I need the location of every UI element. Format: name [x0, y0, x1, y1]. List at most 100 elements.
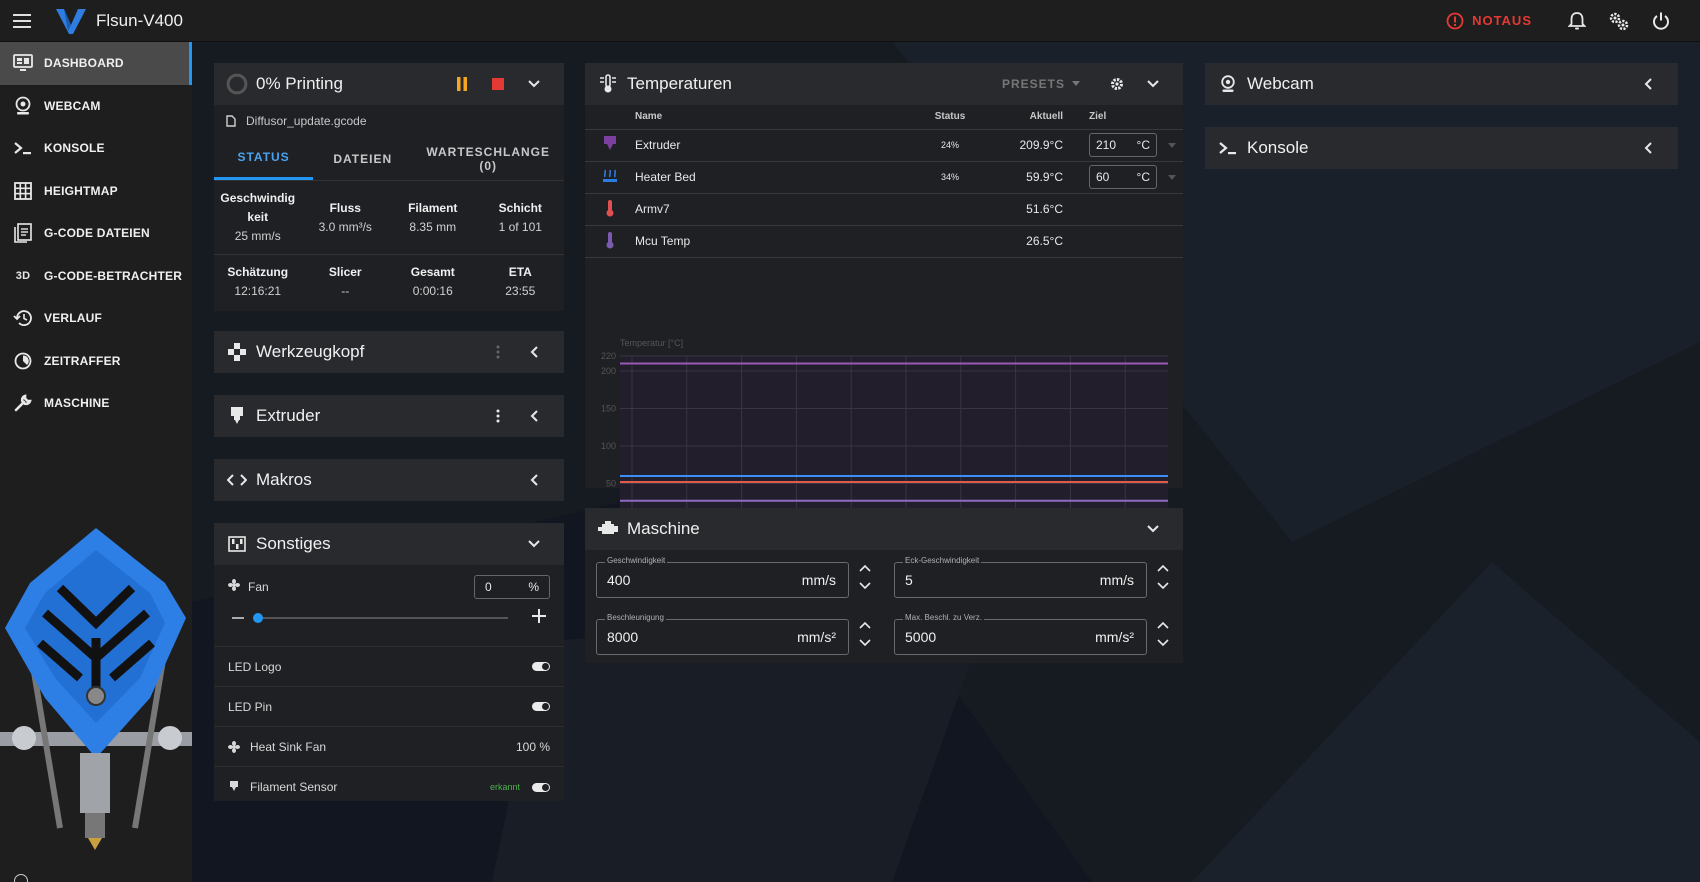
heater-bed-target-input[interactable]: 60 °C	[1089, 165, 1157, 189]
tab-dateien[interactable]: DATEIEN	[313, 137, 412, 180]
heat-sink-fan-row: Heat Sink Fan 100 %	[214, 727, 564, 767]
fan-slider-thumb[interactable]	[253, 613, 263, 623]
target-value: 60	[1096, 170, 1110, 184]
tab-warteschlange[interactable]: WARTESCHLANGE (0)	[412, 137, 564, 180]
fan-speed-input[interactable]: 0 %	[474, 575, 550, 599]
sidebar-bottom-icon[interactable]	[14, 874, 28, 882]
konsole-header[interactable]: Konsole	[1205, 127, 1678, 169]
fan-increase-button[interactable]	[532, 609, 546, 623]
sidebar-item-machine[interactable]: MASCHINE	[0, 382, 192, 425]
temperaturen-header: Temperaturen PRESETS	[585, 63, 1183, 105]
sidebar-item-label: WEBCAM	[44, 98, 101, 113]
extruder-title: Extruder	[256, 406, 321, 425]
led-pin-toggle[interactable]	[532, 702, 550, 711]
sidebar-item-history[interactable]: VERLAUF	[0, 297, 192, 340]
sidebar-item-gcode-viewer[interactable]: 3D G-CODE-BETRACHTER	[0, 255, 192, 298]
progress-circle-icon	[226, 73, 248, 95]
row-status	[915, 225, 985, 258]
row-status	[915, 193, 985, 226]
speed-stepper	[855, 564, 875, 590]
field-unit: mm/s²	[1095, 629, 1134, 645]
sidebar-item-dashboard[interactable]: DASHBOARD	[0, 42, 192, 85]
temperature-table: Name Status Aktuell Ziel Extruder 24% 20…	[585, 105, 1183, 258]
sidebar-item-timelapse[interactable]: ZEITRAFFER	[0, 340, 192, 383]
menu-icon[interactable]	[0, 0, 44, 42]
row-current: 209.9°C	[985, 129, 1073, 162]
emergency-stop-button[interactable]: NOTAUS	[1446, 12, 1532, 30]
fan-decrease-button[interactable]	[232, 617, 244, 619]
stats-row-2: Schätzung 12:16:21 Slicer -- Gesamt 0:00:16…	[214, 255, 564, 309]
more-vertical-icon[interactable]	[480, 398, 516, 434]
chevron-down-icon[interactable]	[859, 582, 871, 590]
chevron-left-icon[interactable]	[516, 462, 552, 498]
chevron-up-icon[interactable]	[859, 564, 871, 572]
sidebar-item-heightmap[interactable]: HEIGHTMAP	[0, 170, 192, 213]
menu-down-icon[interactable]	[1167, 143, 1177, 149]
extruder-target-input[interactable]: 210 °C	[1089, 133, 1157, 157]
sidebar-item-konsole[interactable]: KONSOLE	[0, 127, 192, 170]
chevron-down-icon[interactable]	[1135, 511, 1171, 547]
sidebar-navigation: DASHBOARD WEBCAM KONSOLE HEIGHTMAP G-COD…	[0, 42, 192, 882]
chevron-down-icon[interactable]	[1135, 66, 1171, 102]
temperaturen-panel: Temperaturen PRESETS Name Status Aktuell…	[585, 63, 1183, 538]
chevron-up-icon[interactable]	[859, 621, 871, 629]
chevron-left-icon[interactable]	[1630, 66, 1666, 102]
sidebar-item-label: DASHBOARD	[44, 56, 124, 71]
sidebar-item-gcode-files[interactable]: G-CODE DATEIEN	[0, 212, 192, 255]
stop-button[interactable]	[480, 66, 516, 102]
corner-speed-input[interactable]: Eck-Geschwindigkeit 5 mm/s	[894, 556, 1147, 598]
sidebar-item-label: KONSOLE	[44, 141, 105, 156]
fan-control: Fan 0 %	[214, 565, 564, 647]
row-current: 51.6°C	[985, 193, 1073, 226]
chevron-up-icon[interactable]	[1157, 564, 1169, 572]
stat-value: --	[341, 284, 350, 298]
cogs-icon[interactable]	[1598, 0, 1640, 42]
webcam-header[interactable]: Webcam	[1205, 63, 1678, 105]
chevron-down-icon[interactable]	[1157, 582, 1169, 590]
column-aktuell: Aktuell	[985, 105, 1073, 130]
menu-down-icon[interactable]	[1167, 175, 1177, 181]
tab-status[interactable]: STATUS	[214, 137, 314, 180]
power-icon[interactable]	[1640, 0, 1682, 42]
extruder-header[interactable]: Extruder	[214, 395, 564, 437]
column-name: Name	[635, 105, 915, 130]
sidebar-item-label: G-CODE DATEIEN	[44, 226, 150, 241]
radiator-icon	[585, 161, 635, 194]
stat-label: Gesamt	[410, 265, 455, 279]
led-pin-row: LED Pin	[214, 687, 564, 727]
chevron-down-icon[interactable]	[516, 526, 552, 562]
extruder-panel: Extruder	[214, 395, 564, 437]
target-unit: °C	[1136, 170, 1150, 184]
more-vertical-icon[interactable]	[480, 334, 516, 370]
sonstiges-header[interactable]: Sonstiges	[214, 523, 564, 565]
pause-button[interactable]	[444, 66, 480, 102]
werkzeugkopf-header[interactable]: Werkzeugkopf	[214, 331, 564, 373]
chevron-down-icon[interactable]	[516, 66, 552, 102]
sidebar-item-webcam[interactable]: WEBCAM	[0, 85, 192, 128]
acceleration-input[interactable]: Beschleunigung 8000 mm/s²	[596, 613, 849, 655]
bell-icon[interactable]	[1556, 0, 1598, 42]
makros-header[interactable]: Makros	[214, 459, 564, 501]
filament-sensor-row: Filament Sensor erkannt	[214, 767, 564, 807]
chevron-left-icon[interactable]	[1630, 130, 1666, 166]
fan-slider-track[interactable]	[258, 617, 508, 619]
stat-flow: Fluss 3.0 mm³/s	[302, 185, 390, 250]
field-label: Geschwindigkeit	[605, 556, 668, 565]
chevron-left-icon[interactable]	[516, 334, 552, 370]
max-accel-to-decel-input[interactable]: Max. Beschl. zu Verz. 5000 mm/s²	[894, 613, 1147, 655]
chevron-up-icon[interactable]	[1157, 621, 1169, 629]
speed-input[interactable]: Geschwindigkeit 400 mm/s	[596, 556, 849, 598]
maschine-title: Maschine	[627, 519, 700, 538]
chevron-left-icon[interactable]	[516, 398, 552, 434]
y-tick-label: 200	[601, 366, 616, 376]
chevron-down-icon[interactable]	[859, 639, 871, 647]
presets-label: PRESETS	[1001, 77, 1065, 91]
makros-title: Makros	[256, 470, 312, 489]
file-document-icon	[12, 222, 34, 244]
chevron-down-icon[interactable]	[1157, 639, 1169, 647]
filament-sensor-toggle[interactable]	[532, 782, 550, 792]
led-logo-toggle[interactable]	[532, 662, 550, 671]
y-tick-label: 100	[601, 441, 616, 451]
gear-icon[interactable]	[1099, 66, 1135, 102]
presets-button[interactable]: PRESETS	[1002, 77, 1081, 91]
